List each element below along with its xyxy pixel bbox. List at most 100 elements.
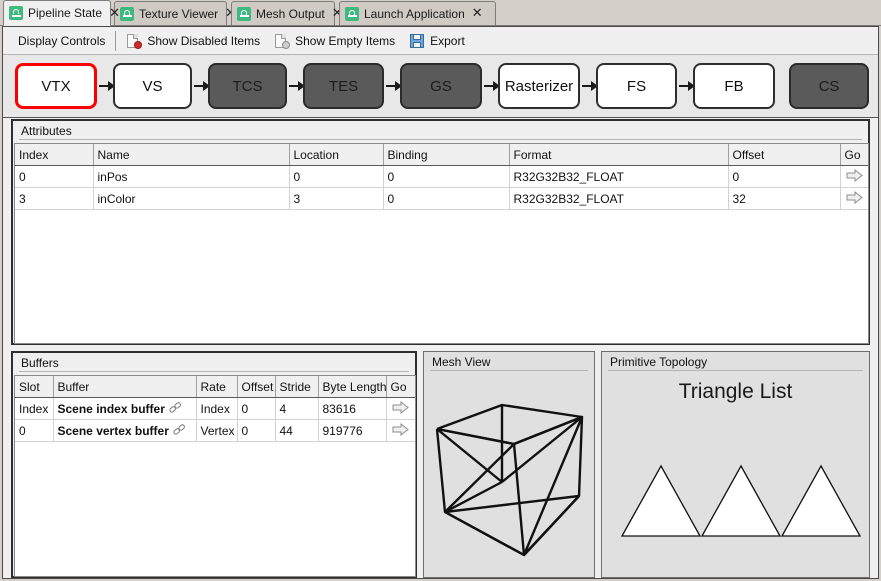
cell-stride: 44 [275, 419, 319, 442]
link-icon[interactable] [169, 403, 183, 414]
pipeline-state-window: Pipeline State ✕ Texture Viewer ✕ Mesh O… [0, 0, 881, 581]
close-icon[interactable]: ✕ [109, 7, 120, 20]
tab-launch-application[interactable]: Launch Application ✕ [339, 1, 496, 25]
attributes-header-row: Index Name Location Binding Format Offse… [15, 144, 868, 166]
pipeline-state-content: Display Controls Show Disabled Items Sho… [2, 26, 879, 579]
pipeline-stage-gs[interactable]: GS [400, 63, 482, 109]
go-arrow-icon[interactable] [846, 168, 863, 182]
cell-byte-length: 919776 [318, 419, 387, 442]
triangle-glyph [620, 464, 702, 537]
tab-label: Pipeline State [28, 6, 103, 20]
cell-buffer[interactable]: Scene vertex buffer [53, 419, 197, 442]
buffers-panel: Buffers Slot Buffer Rate Offset Stride B… [11, 351, 417, 578]
col-index[interactable]: Index [15, 144, 94, 166]
pipeline-stage-cs[interactable]: CS [789, 63, 869, 109]
col-buffer[interactable]: Buffer [53, 376, 197, 398]
tab-pipeline-state[interactable]: Pipeline State ✕ [3, 0, 120, 26]
buffer-name: Scene vertex buffer [57, 423, 169, 438]
show-disabled-items-button[interactable]: Show Disabled Items [119, 30, 267, 52]
attributes-table-wrap[interactable]: Index Name Location Binding Format Offse… [14, 143, 869, 344]
go-arrow-icon[interactable] [392, 422, 410, 436]
col-byte-length[interactable]: Byte Length [318, 376, 387, 398]
primitive-topology-title-rule [608, 370, 863, 371]
tab-texture-viewer[interactable]: Texture Viewer ✕ [114, 1, 236, 25]
buffers-title: Buffers [21, 356, 59, 370]
cell-format: R32G32B32_FLOAT [509, 165, 729, 188]
buffer-name: Scene index buffer [57, 401, 165, 416]
col-go[interactable]: Go [386, 376, 415, 398]
cell-offset: 0 [237, 397, 276, 420]
cell-go[interactable] [386, 397, 415, 420]
pipeline-stage-vtx[interactable]: VTX [15, 63, 97, 109]
cell-index: 0 [15, 165, 94, 188]
buffers-header-row: Slot Buffer Rate Offset Stride Byte Leng… [15, 376, 415, 398]
cell-rate: Vertex [196, 419, 238, 442]
mesh-view-preview[interactable] [424, 372, 594, 577]
buffers-table: Slot Buffer Rate Offset Stride Byte Leng… [15, 376, 415, 442]
mesh-view-title-rule [430, 370, 588, 371]
cell-rate: Index [196, 397, 238, 420]
attributes-panel: Attributes Index Name Location Binding F… [11, 119, 870, 345]
export-label: Export [430, 33, 465, 48]
renderdoc-icon [120, 6, 134, 21]
col-format[interactable]: Format [509, 144, 729, 166]
pipeline-flowchart: VTX VS TCS TES GS Rasterizer FS FB CS [3, 55, 878, 118]
col-offset[interactable]: Offset [237, 376, 276, 398]
cell-offset: 0 [237, 419, 276, 442]
cell-index: 3 [15, 187, 94, 210]
pipeline-stage-vs[interactable]: VS [113, 63, 192, 109]
cell-location: 0 [289, 165, 384, 188]
close-icon[interactable]: ✕ [472, 7, 483, 20]
pipeline-stage-rasterizer[interactable]: Rasterizer [498, 63, 580, 109]
attributes-title: Attributes [21, 124, 72, 138]
tab-mesh-output[interactable]: Mesh Output ✕ [231, 1, 343, 25]
table-row[interactable]: 3 inColor 3 0 R32G32B32_FLOAT 32 [15, 187, 868, 210]
tab-label: Texture Viewer [139, 6, 219, 21]
display-controls-label: Display Controls [18, 33, 106, 48]
tab-label: Launch Application [364, 6, 465, 21]
pipeline-stage-tes[interactable]: TES [303, 63, 384, 109]
col-offset[interactable]: Offset [728, 144, 841, 166]
col-name[interactable]: Name [93, 144, 290, 166]
mesh-view-title: Mesh View [432, 355, 491, 369]
toolbar: Display Controls Show Disabled Items Sho… [3, 27, 878, 55]
link-icon[interactable] [173, 425, 187, 436]
cell-format: R32G32B32_FLOAT [509, 187, 729, 210]
col-slot[interactable]: Slot [15, 376, 54, 398]
buffers-title-rule [19, 371, 409, 372]
cell-go[interactable] [840, 165, 868, 188]
table-row[interactable]: 0 inPos 0 0 R32G32B32_FLOAT 0 [15, 165, 868, 188]
table-row[interactable]: 0 Scene vertex buffer Vertex 0 44 919776 [15, 419, 415, 442]
show-disabled-items-label: Show Disabled Items [147, 33, 261, 48]
buffers-table-wrap[interactable]: Slot Buffer Rate Offset Stride Byte Leng… [14, 375, 416, 577]
pipeline-stage-tcs[interactable]: TCS [208, 63, 287, 109]
col-location[interactable]: Location [289, 144, 384, 166]
pipeline-stage-fb[interactable]: FB [693, 63, 775, 109]
toolbar-separator [115, 30, 117, 51]
col-go[interactable]: Go [840, 144, 868, 166]
wireframe-cube-icon [435, 403, 584, 557]
export-button[interactable]: Export [402, 30, 472, 52]
pipeline-stage-fs[interactable]: FS [596, 63, 677, 109]
mesh-view-panel[interactable]: Mesh View [423, 351, 595, 578]
primitive-topology-title: Primitive Topology [610, 355, 708, 369]
cell-offset: 0 [728, 165, 841, 188]
page-empty-icon [274, 33, 291, 49]
go-arrow-icon[interactable] [392, 400, 410, 414]
cell-go[interactable] [840, 187, 868, 210]
tab-bar: Pipeline State ✕ Texture Viewer ✕ Mesh O… [0, 0, 881, 26]
table-row[interactable]: Index Scene index buffer Index 0 4 83616 [15, 397, 415, 420]
col-binding[interactable]: Binding [383, 144, 510, 166]
cell-go[interactable] [386, 419, 415, 442]
col-rate[interactable]: Rate [196, 376, 238, 398]
col-stride[interactable]: Stride [275, 376, 319, 398]
show-empty-items-button[interactable]: Show Empty Items [267, 30, 402, 52]
cell-slot: 0 [15, 419, 54, 442]
cell-byte-length: 83616 [318, 397, 387, 420]
page-disabled-icon [126, 33, 143, 49]
cell-slot: Index [15, 397, 54, 420]
renderdoc-icon [9, 6, 23, 20]
cell-buffer[interactable]: Scene index buffer [53, 397, 197, 420]
tab-label: Mesh Output [256, 6, 325, 21]
go-arrow-icon[interactable] [846, 190, 863, 204]
